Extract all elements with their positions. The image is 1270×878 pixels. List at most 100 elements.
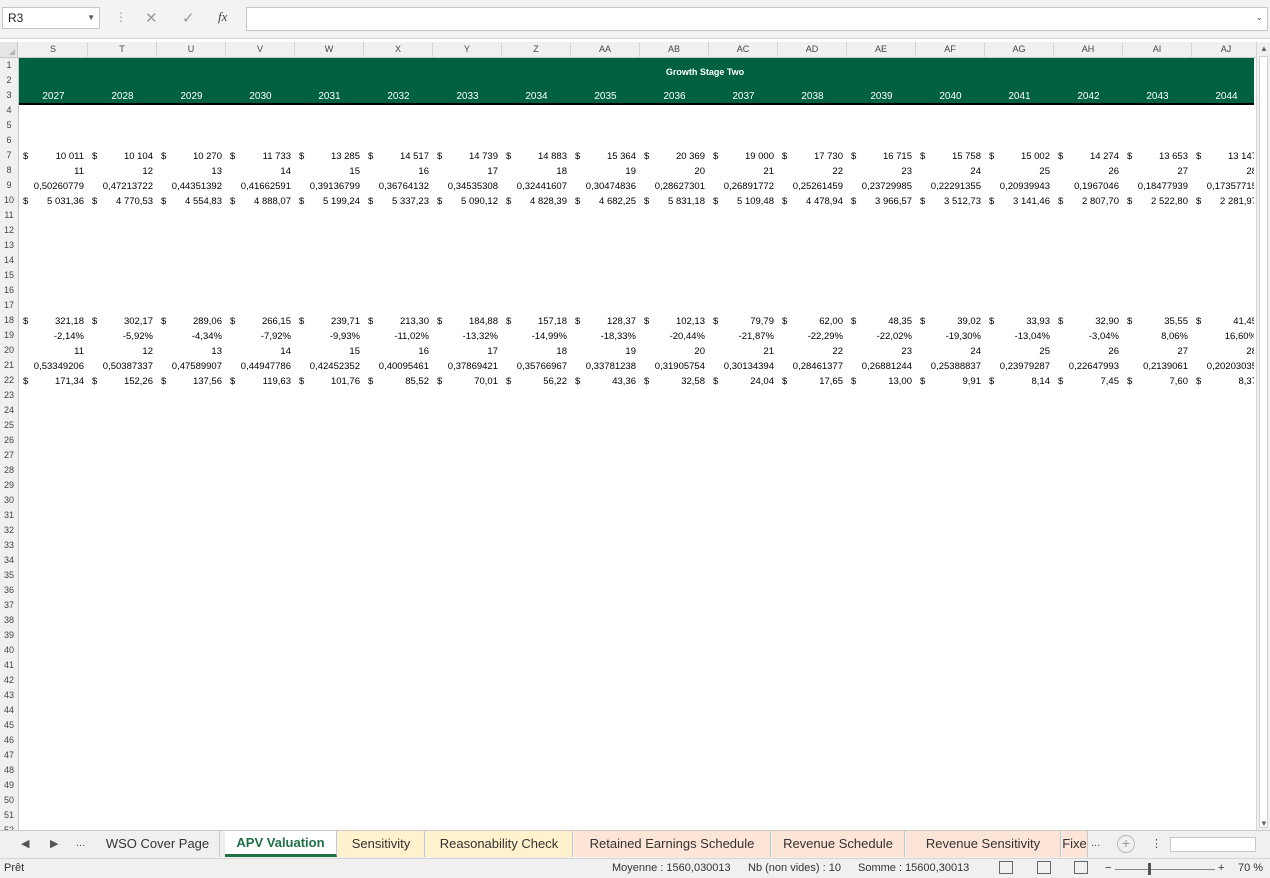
cell-row9[interactable]: 0,22291355 — [916, 179, 981, 194]
cell-row22[interactable]: 119,63 — [226, 374, 291, 389]
row-header-47[interactable]: 47 — [0, 748, 18, 763]
cell-row9[interactable]: 0,1967046 — [1054, 179, 1119, 194]
cell-row10[interactable]: 2 281,97 — [1192, 194, 1254, 209]
row-header-1[interactable]: 1 — [0, 58, 18, 73]
cell-row7[interactable]: 11 733 — [226, 149, 291, 164]
sheet-tab-reasonability-check[interactable]: Reasonability Check — [426, 831, 573, 857]
year-cell[interactable]: 2042 — [1054, 90, 1123, 104]
row-header-37[interactable]: 37 — [0, 598, 18, 613]
row-header-22[interactable]: 22 — [0, 373, 18, 388]
cell-row19[interactable]: 16,60% — [1192, 329, 1254, 344]
cell-row20[interactable]: 14 — [226, 344, 291, 359]
row-header-41[interactable]: 41 — [0, 658, 18, 673]
cell-row9[interactable]: 0,25261459 — [778, 179, 843, 194]
cell-row21[interactable]: 0,31905754 — [640, 359, 705, 374]
cell-row8[interactable]: 17 — [433, 164, 498, 179]
cell-row7[interactable]: 15 758 — [916, 149, 981, 164]
row-header-43[interactable]: 43 — [0, 688, 18, 703]
column-header-w[interactable]: W — [295, 42, 364, 57]
insert-function-icon[interactable]: fx — [218, 9, 227, 25]
cell-row9[interactable]: 0,23729985 — [847, 179, 912, 194]
cell-row20[interactable]: 21 — [709, 344, 774, 359]
cell-row19[interactable]: -4,34% — [157, 329, 222, 344]
cell-row19[interactable]: -21,87% — [709, 329, 774, 344]
column-header-s[interactable]: S — [19, 42, 88, 57]
status-count[interactable]: Nb (non vides) : 10 — [748, 862, 841, 874]
cell-row7[interactable]: 13 653 — [1123, 149, 1188, 164]
year-cell[interactable]: 2028 — [88, 90, 157, 104]
year-cell[interactable]: 2033 — [433, 90, 502, 104]
cell-row10[interactable]: 5 199,24 — [295, 194, 360, 209]
cell-row19[interactable]: -22,29% — [778, 329, 843, 344]
cell-row20[interactable]: 27 — [1123, 344, 1188, 359]
cell-row19[interactable]: -13,32% — [433, 329, 498, 344]
sheet-tab-fixe[interactable]: Fixe — [1062, 831, 1088, 857]
cell-row22[interactable]: 152,26 — [88, 374, 153, 389]
cell-row22[interactable]: 7,45 — [1054, 374, 1120, 389]
cell-row10[interactable]: 3 141,46 — [985, 194, 1050, 209]
zoom-in-button[interactable]: + — [1218, 862, 1224, 874]
cell-row20[interactable]: 24 — [916, 344, 981, 359]
cell-row10[interactable]: 4 554,83 — [157, 194, 222, 209]
cell-row7[interactable]: 20 369 — [640, 149, 705, 164]
tab-splitter-icon[interactable]: ⋮ — [1151, 837, 1162, 850]
cell-row9[interactable]: 0,26891772 — [709, 179, 774, 194]
cell-row21[interactable]: 0,37869421 — [433, 359, 498, 374]
zoom-slider[interactable] — [1115, 869, 1215, 870]
row-header-13[interactable]: 13 — [0, 238, 18, 253]
cell-row7[interactable]: 17 730 — [778, 149, 843, 164]
cell-row9[interactable]: 0,18477939 — [1123, 179, 1188, 194]
chevron-down-icon[interactable]: ▼ — [87, 8, 95, 28]
cell-row8[interactable]: 16 — [364, 164, 429, 179]
cell-row10[interactable]: 5 109,48 — [709, 194, 774, 209]
more-sheets-right-button[interactable]: ... — [1091, 837, 1100, 849]
cell-row8[interactable]: 11 — [19, 164, 84, 179]
year-cell[interactable]: 2031 — [295, 90, 364, 104]
column-header-aj[interactable]: AJ — [1192, 42, 1261, 57]
cell-row19[interactable]: -3,04% — [1054, 329, 1119, 344]
cell-row7[interactable]: 14 739 — [433, 149, 498, 164]
cell-row10[interactable]: 2 522,80 — [1123, 194, 1188, 209]
cell-row22[interactable]: 171,34 — [19, 374, 84, 389]
cell-row8[interactable]: 22 — [778, 164, 843, 179]
cell-row9[interactable]: 0,28627301 — [640, 179, 705, 194]
page-break-preview-icon[interactable] — [1074, 861, 1088, 874]
row-header-32[interactable]: 32 — [0, 523, 18, 538]
row-header-7[interactable]: 7 — [0, 148, 18, 163]
row-header-28[interactable]: 28 — [0, 463, 18, 478]
row-header-51[interactable]: 51 — [0, 808, 18, 823]
column-header-v[interactable]: V — [226, 42, 295, 57]
row-header-20[interactable]: 20 — [0, 343, 18, 358]
prev-sheet-icon[interactable]: ◀ — [21, 837, 29, 850]
cancel-icon[interactable]: ✕ — [145, 9, 158, 27]
row-header-8[interactable]: 8 — [0, 163, 18, 178]
cell-row21[interactable]: 0,30134394 — [709, 359, 774, 374]
formula-input[interactable]: ⌄ — [246, 7, 1268, 31]
row-header-14[interactable]: 14 — [0, 253, 18, 268]
row-header-4[interactable]: 4 — [0, 103, 18, 118]
cell-row21[interactable]: 0,40095461 — [364, 359, 429, 374]
cell-row19[interactable]: -19,30% — [916, 329, 981, 344]
cell-row8[interactable]: 24 — [916, 164, 981, 179]
year-cell[interactable]: 2034 — [502, 90, 571, 104]
year-cell[interactable]: 2029 — [157, 90, 226, 104]
cell-row8[interactable]: 15 — [295, 164, 360, 179]
cell-row18[interactable]: 79,79 — [709, 314, 774, 329]
cell-row18[interactable]: 128,37 — [571, 314, 636, 329]
row-header-35[interactable]: 35 — [0, 568, 18, 583]
cell-row22[interactable]: 137,56 — [157, 374, 222, 389]
cell-row19[interactable]: -14,99% — [502, 329, 567, 344]
row-header-38[interactable]: 38 — [0, 613, 18, 628]
cell-row20[interactable]: 12 — [88, 344, 153, 359]
cell-row7[interactable]: 14 883 — [502, 149, 567, 164]
column-header-ac[interactable]: AC — [709, 42, 778, 57]
cell-row22[interactable]: 70,01 — [433, 374, 498, 389]
cell-row7[interactable]: 14 517 — [364, 149, 429, 164]
cell-row21[interactable]: 0,23979287 — [985, 359, 1050, 374]
cell-row7[interactable]: 16 715 — [847, 149, 912, 164]
cell-row10[interactable]: 5 337,23 — [364, 194, 429, 209]
cell-row21[interactable]: 0,35766967 — [502, 359, 567, 374]
column-header-ab[interactable]: AB — [640, 42, 709, 57]
cell-row10[interactable]: 5 031,36 — [19, 194, 84, 209]
enter-icon[interactable]: ✓ — [182, 9, 195, 27]
